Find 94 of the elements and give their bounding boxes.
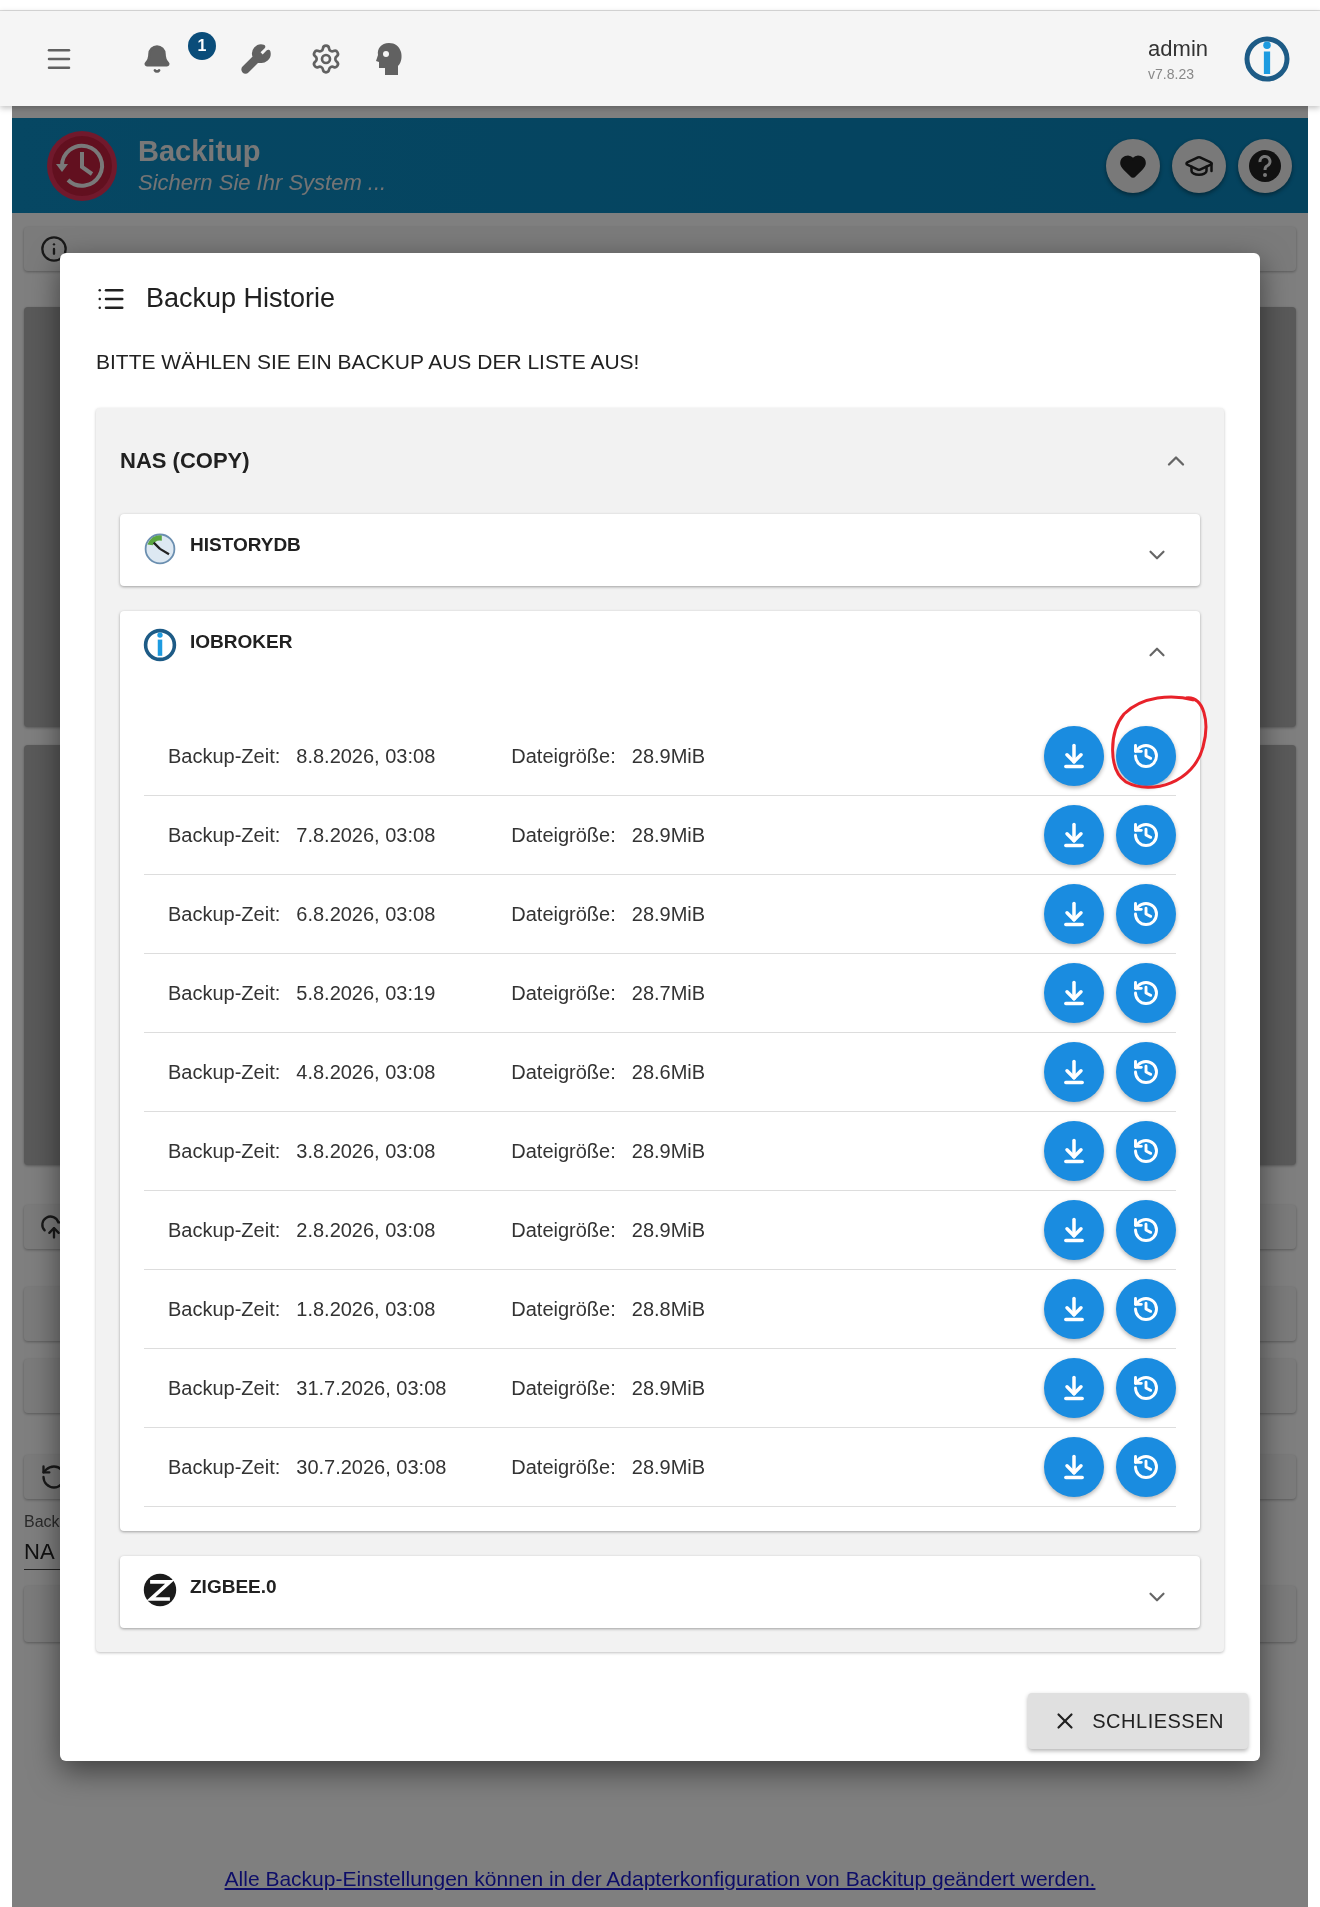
storage-title[interactable]: NAS (COPY) — [120, 448, 250, 474]
heart-button[interactable] — [1106, 138, 1160, 193]
history-icon — [1132, 821, 1160, 849]
notification-badge: 1 — [188, 31, 216, 60]
size-label: Dateigröße: — [511, 1139, 616, 1163]
history-icon — [1132, 1137, 1160, 1165]
size-label: Dateigröße: — [511, 902, 616, 926]
restore-button[interactable] — [1116, 1042, 1176, 1102]
download-button[interactable] — [1044, 1358, 1104, 1418]
restore-button[interactable] — [1116, 726, 1176, 786]
history-icon — [1132, 979, 1160, 1007]
download-button[interactable] — [1044, 805, 1104, 865]
time-label: Backup-Zeit: — [168, 981, 281, 1005]
restore-button[interactable] — [1116, 1437, 1176, 1497]
help-button[interactable] — [1238, 138, 1292, 193]
restore-button[interactable] — [1116, 1121, 1176, 1181]
backup-time: 2.8.2026, 03:08 — [296, 1218, 437, 1242]
time-label: Backup-Zeit: — [168, 744, 281, 768]
backup-time: 5.8.2026, 03:19 — [296, 981, 437, 1005]
history-icon — [1132, 1058, 1160, 1086]
size-label: Dateigröße: — [511, 823, 616, 847]
size-label: Dateigröße: — [511, 981, 616, 1005]
backup-time: 31.7.2026, 03:08 — [296, 1376, 448, 1400]
field-label: Back — [24, 1513, 61, 1531]
size-label: Dateigröße: — [511, 1297, 616, 1321]
file-size: 28.9MiB — [631, 902, 707, 926]
time-label: Backup-Zeit: — [168, 1297, 281, 1321]
backup-time: 1.8.2026, 03:08 — [296, 1297, 437, 1321]
backup-time: 7.8.2026, 03:08 — [296, 823, 437, 847]
restore-button[interactable] — [1116, 1200, 1176, 1260]
download-button[interactable] — [1044, 1200, 1104, 1260]
time-label: Backup-Zeit: — [168, 1060, 281, 1084]
adapter-subtitle: Sichern Sie Ihr System ... — [138, 170, 387, 196]
file-size: 28.7MiB — [631, 981, 707, 1005]
file-size: 28.9MiB — [631, 1376, 707, 1400]
backitup-logo-icon — [46, 129, 118, 202]
field-value: NA — [24, 1539, 56, 1566]
size-label: Dateigröße: — [511, 1455, 616, 1479]
iobroker-logo-icon — [142, 627, 178, 663]
download-button[interactable] — [1044, 1279, 1104, 1339]
help-icon — [1248, 148, 1282, 183]
restore-button[interactable] — [1116, 963, 1176, 1023]
backup-time: 3.8.2026, 03:08 — [296, 1139, 437, 1163]
file-size: 28.9MiB — [631, 744, 707, 768]
restore-button[interactable] — [1116, 805, 1176, 865]
section-title[interactable]: IOBROKER — [190, 631, 293, 653]
adapter-title: Backitup — [138, 135, 262, 168]
history-icon — [1132, 1374, 1160, 1402]
file-size: 28.6MiB — [631, 1060, 707, 1084]
time-label: Backup-Zeit: — [168, 1218, 281, 1242]
history-icon — [1132, 1216, 1160, 1244]
instruction-text: BITTE WÄHLEN SIE EIN BACKUP AUS DER LISTE AUS! — [96, 350, 641, 374]
restore-button[interactable] — [1116, 1279, 1176, 1339]
download-button[interactable] — [1044, 1042, 1104, 1102]
history-icon — [1132, 1295, 1160, 1323]
download-button[interactable] — [1044, 726, 1104, 786]
section-title[interactable]: ZIGBEE.0 — [190, 1576, 277, 1598]
backup-time: 8.8.2026, 03:08 — [296, 744, 437, 768]
download-button[interactable] — [1044, 884, 1104, 944]
size-label: Dateigröße: — [511, 1376, 616, 1400]
time-label: Backup-Zeit: — [168, 1139, 281, 1163]
download-button[interactable] — [1044, 963, 1104, 1023]
download-button[interactable] — [1044, 1121, 1104, 1181]
tutorial-button[interactable] — [1172, 138, 1226, 193]
size-label: Dateigröße: — [511, 1218, 616, 1242]
version-text: v7.8.23 — [1148, 65, 1194, 82]
zigbee-logo-icon — [142, 1572, 178, 1608]
download-button[interactable] — [1044, 1437, 1104, 1497]
backup-time: 6.8.2026, 03:08 — [296, 902, 437, 926]
settings-link[interactable]: Alle Backup-Einstellungen können in der Adapterkonfiguration von Backitup geändert werden. — [224, 1867, 1096, 1891]
close-button[interactable]: SCHLIESSEN — [1028, 1693, 1248, 1749]
head-icon[interactable] — [376, 41, 402, 76]
size-label: Dateigröße: — [511, 1060, 616, 1084]
time-label: Backup-Zeit: — [168, 1455, 281, 1479]
backup-time: 30.7.2026, 03:08 — [296, 1455, 448, 1479]
file-size: 28.8MiB — [631, 1297, 707, 1321]
info-icon — [40, 235, 68, 263]
dialog-title: Backup Historie — [146, 283, 336, 314]
section-title[interactable]: HISTORYDB — [190, 534, 301, 556]
size-label: Dateigröße: — [511, 744, 616, 768]
restore-button[interactable] — [1116, 884, 1176, 944]
time-label: Backup-Zeit: — [168, 823, 281, 847]
history-icon — [1132, 900, 1160, 928]
file-size: 28.9MiB — [631, 1218, 707, 1242]
history-icon — [1132, 1453, 1160, 1481]
history-icon — [1132, 742, 1160, 770]
file-size: 28.9MiB — [631, 1455, 707, 1479]
time-label: Backup-Zeit: — [168, 902, 281, 926]
file-size: 28.9MiB — [631, 823, 707, 847]
time-label: Backup-Zeit: — [168, 1376, 281, 1400]
restore-button[interactable] — [1116, 1358, 1176, 1418]
user-name: admin — [1148, 35, 1208, 62]
backup-time: 4.8.2026, 03:08 — [296, 1060, 437, 1084]
file-size: 28.9MiB — [631, 1139, 707, 1163]
